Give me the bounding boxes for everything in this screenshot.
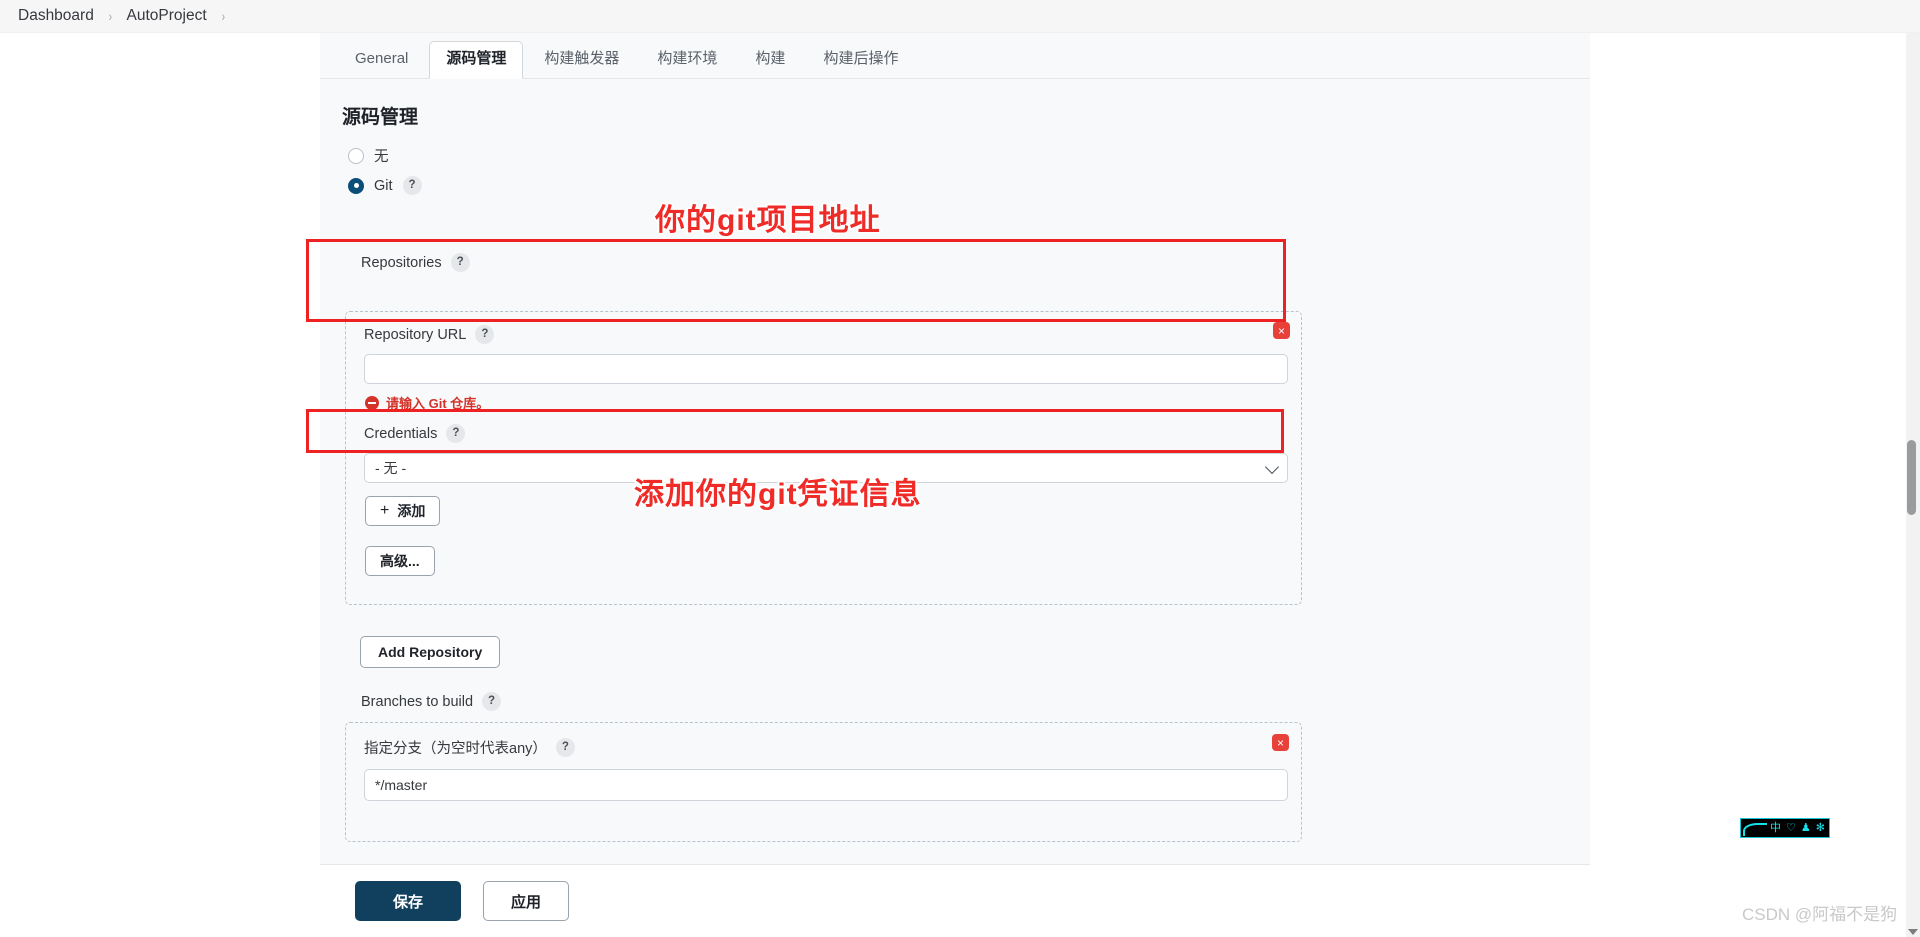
page-title: 源码管理 — [342, 107, 419, 128]
radio-git[interactable] — [348, 177, 364, 194]
scm-option-none-label: 无 — [374, 149, 389, 165]
repository-url-error: 请输入 Git 仓库。 — [365, 393, 489, 412]
help-icon-repository-url[interactable]: ? — [475, 325, 495, 344]
repository-url-label-row: Repository URL ? — [364, 325, 495, 344]
repository-url-input[interactable] — [364, 354, 1288, 384]
tab-general[interactable]: General — [338, 41, 425, 79]
breadcrumb: Dashboard › AutoProject › — [0, 0, 1920, 33]
tab-post-build-actions[interactable]: 构建后操作 — [806, 41, 915, 79]
credentials-label: Credentials — [364, 425, 438, 442]
branches-to-build-label: Branches to build — [361, 693, 474, 710]
advanced-row: 高级... — [365, 546, 435, 576]
ime-indicator[interactable]: 中 ♡ ♟ ✻ — [1740, 818, 1830, 838]
config-tab-bar: General 源码管理 构建触发器 构建环境 构建 构建后操作 — [320, 33, 1590, 79]
remove-repository-button[interactable]: × — [1273, 322, 1290, 339]
chevron-down-icon — [1264, 459, 1280, 475]
help-icon-repositories[interactable]: ? — [450, 253, 470, 272]
repository-url-field-wrap — [364, 354, 1288, 384]
credentials-selected-value: - 无 - — [375, 460, 407, 476]
remove-branch-button[interactable]: × — [1272, 734, 1289, 751]
help-icon-branch-specifier[interactable]: ? — [555, 738, 575, 757]
help-icon-credentials[interactable]: ? — [446, 424, 466, 443]
scm-form: 源码管理 无 Git ? Repositories ? Repository U… — [320, 79, 1590, 864]
branch-group: 指定分支（为空时代表any） ? × — [345, 722, 1302, 842]
help-icon-branches[interactable]: ? — [482, 692, 502, 711]
scroll-down-arrow-icon[interactable] — [1908, 929, 1918, 935]
tab-build[interactable]: 构建 — [738, 41, 802, 79]
breadcrumb-separator-icon: › — [108, 8, 112, 24]
annotation-credentials: 添加你的git凭证信息 — [634, 478, 922, 511]
radio-none[interactable] — [348, 147, 364, 164]
scm-option-none[interactable]: 无 — [348, 145, 389, 166]
tab-build-environment[interactable]: 构建环境 — [640, 41, 734, 79]
add-repository-button[interactable]: Add Repository — [360, 636, 501, 668]
annotation-repo-url: 你的git项目地址 — [655, 204, 881, 237]
breadcrumb-item-autoproject[interactable]: AutoProject — [127, 7, 207, 25]
ime-heart-icon[interactable]: ♡ — [1786, 822, 1796, 834]
ime-mode-label[interactable]: 中 — [1770, 822, 1781, 834]
repository-url-label: Repository URL — [364, 326, 467, 343]
page-scrollbar-thumb[interactable] — [1907, 440, 1916, 515]
repositories-label-row: Repositories ? — [361, 253, 470, 272]
advanced-button[interactable]: 高级... — [365, 546, 435, 576]
repository-group: Repository URL ? 请输入 Git 仓库。 × Credentia… — [345, 311, 1302, 605]
scm-option-git-label: Git — [374, 177, 393, 194]
repository-url-error-text: 请输入 Git 仓库。 — [386, 396, 490, 411]
help-icon-git[interactable]: ? — [402, 176, 422, 195]
credentials-label-row: Credentials ? — [364, 424, 466, 443]
add-credentials-row: + 添加 — [365, 496, 441, 526]
add-repository-row: Add Repository — [360, 636, 501, 668]
tab-build-triggers[interactable]: 构建触发器 — [527, 41, 636, 79]
sogou-logo-icon — [1743, 821, 1767, 836]
branch-specifier-label-row: 指定分支（为空时代表any） ? — [364, 737, 575, 758]
save-button[interactable]: 保存 — [355, 881, 461, 921]
apply-button[interactable]: 应用 — [483, 881, 569, 921]
error-icon — [365, 395, 379, 410]
plus-icon: + — [380, 502, 390, 519]
ime-gear-icon[interactable]: ✻ — [1816, 822, 1825, 834]
add-credentials-label: 添加 — [397, 503, 426, 519]
right-gutter — [1590, 33, 1920, 937]
repositories-label: Repositories — [361, 254, 442, 271]
branch-field-wrap — [364, 769, 1288, 801]
csdn-watermark: CSDN @阿福不是狗 — [1742, 905, 1898, 924]
add-credentials-button[interactable]: + 添加 — [365, 496, 441, 526]
branches-label-row: Branches to build ? — [361, 692, 502, 711]
breadcrumb-item-dashboard[interactable]: Dashboard — [18, 7, 94, 25]
scm-option-git[interactable]: Git ? — [348, 176, 422, 195]
left-gutter — [0, 33, 320, 937]
tab-source-code-management[interactable]: 源码管理 — [429, 41, 524, 79]
branch-specifier-label: 指定分支（为空时代表any） — [364, 741, 547, 757]
breadcrumb-separator-icon-2: › — [221, 8, 225, 24]
ime-person-icon[interactable]: ♟ — [1801, 822, 1811, 834]
branch-specifier-input[interactable] — [364, 769, 1288, 801]
form-action-bar: 保存 应用 — [320, 864, 1590, 937]
